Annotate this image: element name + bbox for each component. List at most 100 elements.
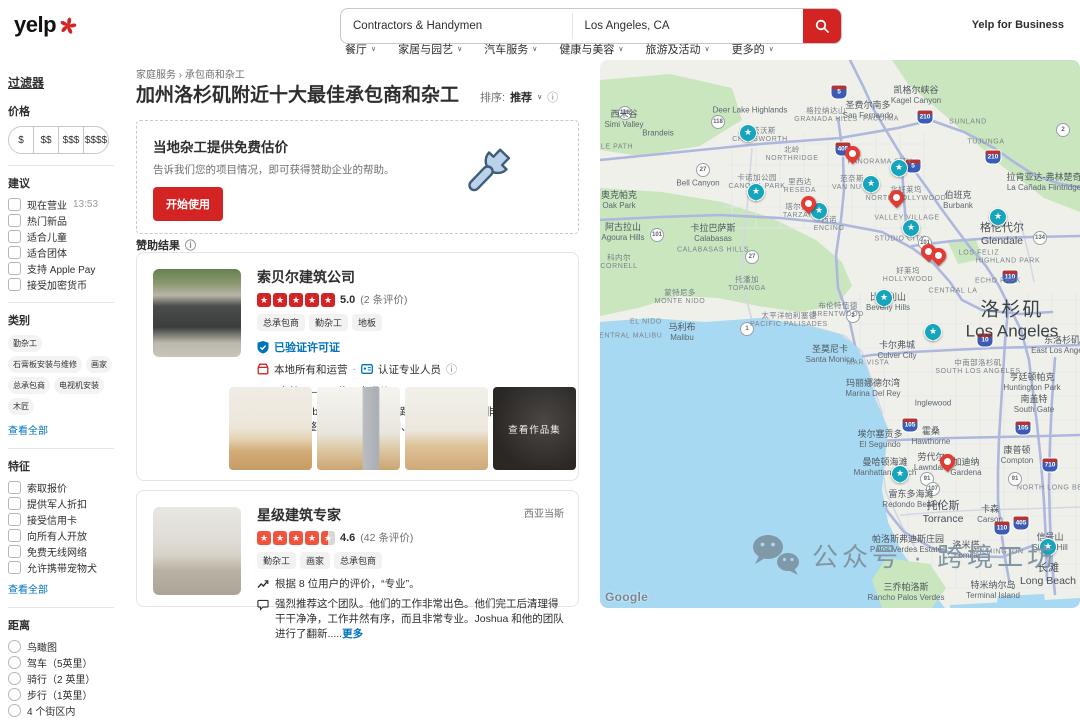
checkbox[interactable] [8,497,21,510]
features-see-all-link[interactable]: 查看全部 [8,581,114,596]
suggestion-checkbox-row[interactable]: 热门新品 [8,214,114,227]
feature-checkbox-row[interactable]: 接受信用卡 [8,513,114,526]
distance-radio-row[interactable]: 步行（1英里） [8,688,114,701]
sort-label: 排序: [480,89,505,105]
nav-item[interactable]: 家居与园艺∨ [398,41,462,57]
price-option[interactable]: $ [9,127,33,153]
divider [8,448,114,449]
checkbox[interactable] [8,545,21,558]
yelp-for-business-link[interactable]: Yelp for Business [972,19,1064,31]
feature-checkbox-row[interactable]: 向所有人开放 [8,529,114,542]
radio[interactable] [8,656,21,669]
category-tag[interactable]: 总承包商 [257,314,305,331]
more-link[interactable]: 更多 [342,628,363,640]
star-icon: ★ [273,531,287,545]
radio[interactable] [8,672,21,685]
suggestion-checkbox-row[interactable]: 适合儿童 [8,230,114,243]
listing-body: 星级建筑专家 西亚当斯 ★★★★★ 4.6 (42 条评价) 勤杂工画家总承包商… [257,505,564,643]
suggestion-checkbox-row[interactable]: 支持 Apple Pay [8,262,114,275]
category-pill[interactable]: 石膏板安装与维修 [8,356,82,373]
categories-see-all-link[interactable]: 查看全部 [8,422,114,437]
distance-radio-row[interactable]: 鸟瞰图 [8,640,114,653]
radio[interactable] [8,688,21,701]
chevron-down-icon: ∨ [457,45,462,53]
search-button[interactable] [803,9,841,43]
checkbox[interactable] [8,246,21,259]
business-name-link[interactable]: 索贝尔建筑公司 [257,269,355,285]
category-tag[interactable]: 总承包商 [334,552,382,569]
map-pin-teal[interactable]: ★ [1039,538,1057,556]
suggestion-label: 支持 Apple Pay [27,261,95,276]
feature-checkbox-row[interactable]: 索取报价 [8,481,114,494]
category-tag[interactable]: 勤杂工 [309,314,348,331]
divider [8,165,114,166]
radio[interactable] [8,704,21,717]
category-tag[interactable]: 画家 [300,552,330,569]
category-pill[interactable]: 木匠 [8,398,34,415]
checkbox[interactable] [8,262,21,275]
price-option[interactable]: $$$$ [83,127,108,153]
checkbox[interactable] [8,230,21,243]
get-started-button[interactable]: 开始使用 [153,187,223,221]
price-option[interactable]: $$ [33,127,58,153]
search-input[interactable]: Contractors & Handymen [341,9,572,43]
checkbox[interactable] [8,481,21,494]
yelp-logo[interactable]: yelp [14,12,78,38]
view-portfolio-tile[interactable]: 查看作品集 [493,387,576,470]
feature-checkbox-row[interactable]: 提供军人折扣 [8,497,114,510]
checkbox[interactable] [8,278,21,291]
map-pin-teal[interactable]: ★ [875,289,893,307]
photo-gallery: 查看作品集 [229,387,576,470]
price-option[interactable]: $$$ [58,127,83,153]
map-pin-teal[interactable]: ★ [924,323,942,341]
review-count: (2 条评价) [360,292,407,307]
nav-item[interactable]: 更多的∨ [732,41,774,57]
checkbox[interactable] [8,529,21,542]
location-input[interactable]: Los Angeles, CA [573,9,804,43]
category-tag[interactable]: 地板 [352,314,382,331]
feature-checkbox-row[interactable]: 允许携带宠物犬 [8,561,114,574]
listing-card-sobel[interactable]: 索贝尔建筑公司 ★★★★★ 5.0 (2 条评价) 总承包商勤杂工地板 已验证许… [136,252,579,481]
rating-value: 4.6 [340,532,355,544]
nav-item[interactable]: 汽车服务∨ [484,41,537,57]
checkbox[interactable] [8,214,21,227]
distance-radio-row[interactable]: 驾车（5英里） [8,656,114,669]
map-pin-teal[interactable]: ★ [989,208,1007,226]
business-name-link[interactable]: 星级建筑专家 [257,505,341,525]
nav-item[interactable]: 旅游及活动∨ [646,41,710,57]
nav-item[interactable]: 餐厅∨ [345,41,376,57]
map-pin-teal[interactable]: ★ [890,159,908,177]
business-thumbnail[interactable] [153,507,241,595]
listing-card-star-builders[interactable]: 星级建筑专家 西亚当斯 ★★★★★ 4.6 (42 条评价) 勤杂工画家总承包商… [136,490,579,607]
distance-radio-row[interactable]: 骑行（2 英里） [8,672,114,685]
category-pill[interactable]: 电视机安装 [54,377,104,394]
radio[interactable] [8,640,21,653]
gallery-photo-kitchen[interactable] [317,387,400,470]
distance-radio-row[interactable]: 4 个街区内 [8,704,114,717]
category-pill[interactable]: 画家 [86,356,112,373]
map-pin-teal[interactable]: ★ [891,465,909,483]
business-thumbnail[interactable] [153,269,241,357]
map[interactable]: 西米谷Simi ValleyBrandeisLE PATHDeer Lake H… [600,60,1080,608]
feature-label: 允许携带宠物犬 [27,560,97,575]
star-icon: ★ [305,293,319,307]
suggestion-checkbox-row[interactable]: 接受加密货币 [8,278,114,291]
map-pin-teal[interactable]: ★ [902,219,920,237]
gallery-photo-living-room[interactable] [229,387,312,470]
feature-checkbox-row[interactable]: 免费无线网络 [8,545,114,558]
sort-control[interactable]: 排序: 推荐 ∨ ⓘ [480,89,558,105]
suggestion-checkbox-row[interactable]: 现在营业13:53 [8,198,114,211]
distance-label: 骑行（2 英里） [27,671,95,686]
gallery-photo-room[interactable] [405,387,488,470]
suggestion-checkbox-row[interactable]: 适合团体 [8,246,114,259]
category-pill[interactable]: 总承包商 [8,377,50,394]
checkbox[interactable] [8,561,21,574]
map-pin-teal[interactable]: ★ [739,124,757,142]
category-pill[interactable]: 勤杂工 [8,335,42,352]
checkbox[interactable] [8,198,21,211]
checkbox[interactable] [8,513,21,526]
category-tag[interactable]: 勤杂工 [257,552,296,569]
nav-item[interactable]: 健康与美容∨ [559,41,623,57]
map-pin-teal[interactable]: ★ [747,183,765,201]
map-pin-teal[interactable]: ★ [862,175,880,193]
